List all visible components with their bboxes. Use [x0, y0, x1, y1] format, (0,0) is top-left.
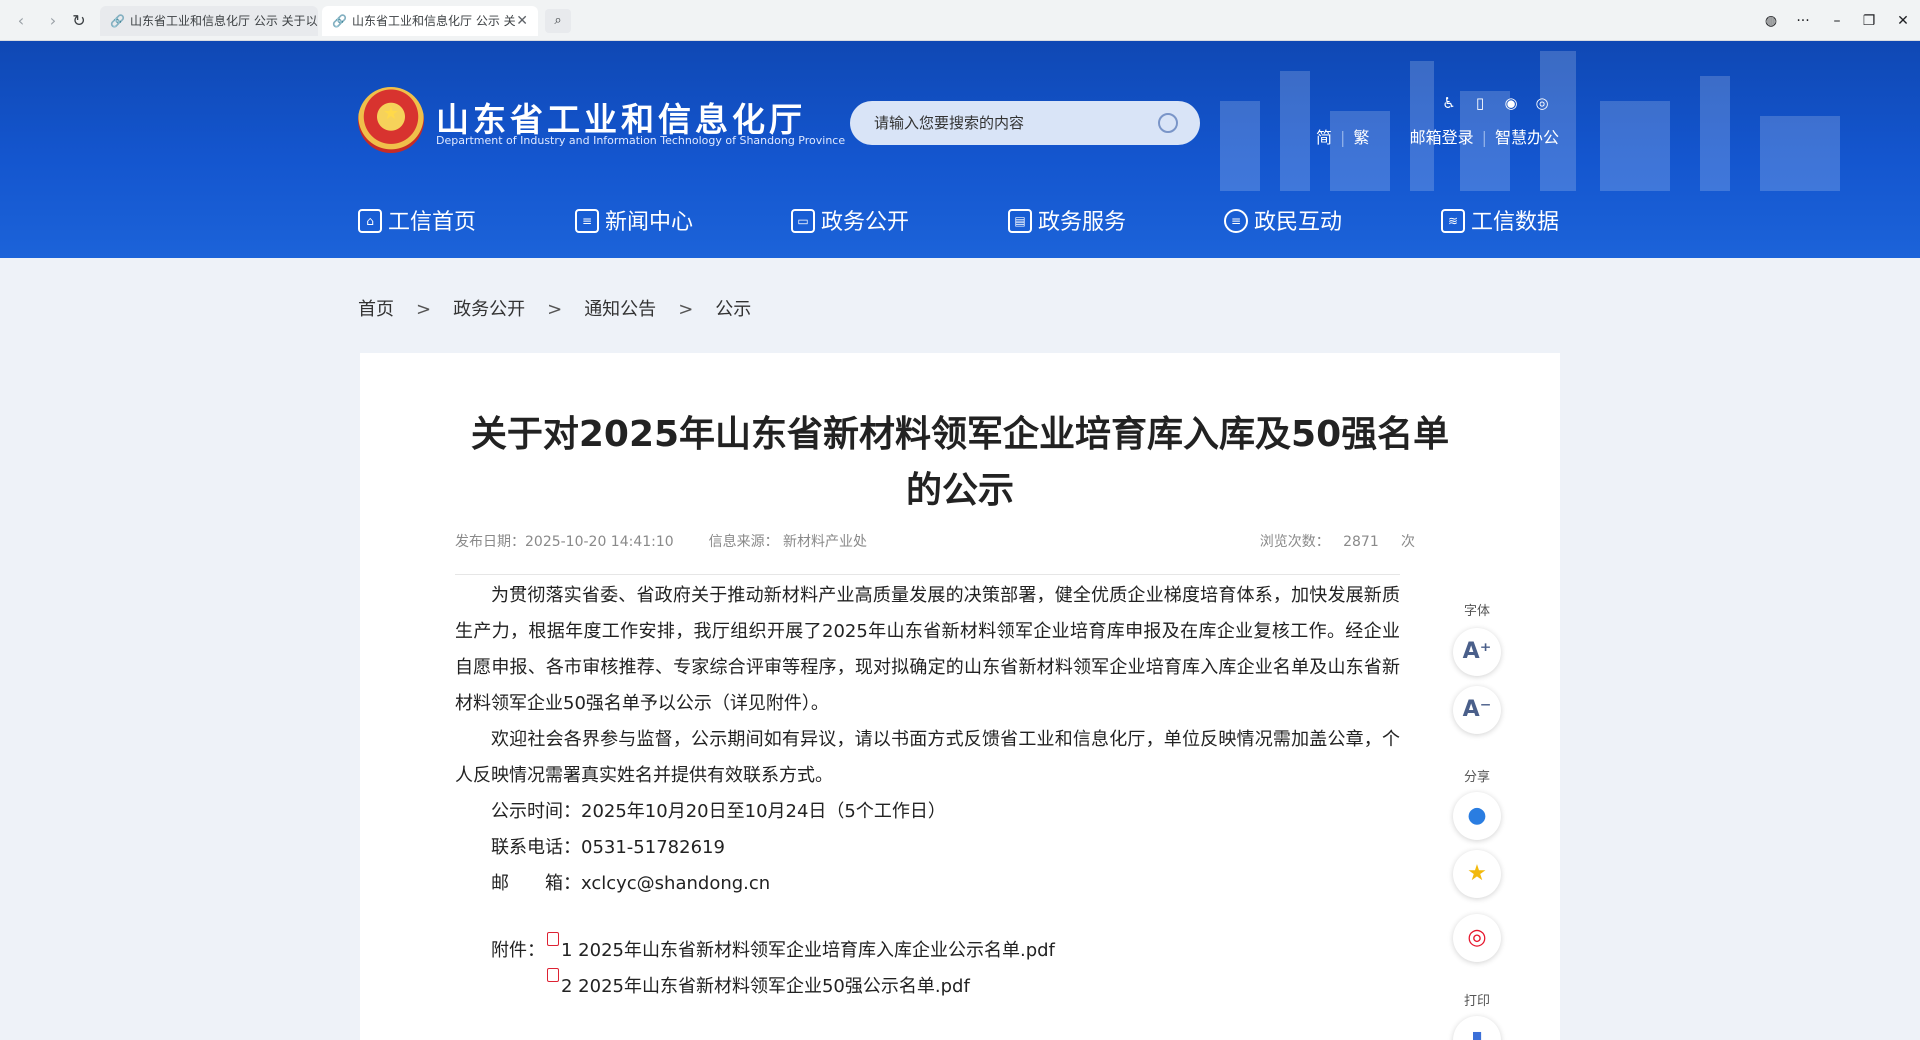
header-links: 简 | 繁 邮箱登录 | 智慧办公 — [1316, 128, 1560, 147]
site-header: ★ 山东省工业和信息化厅 Department of Industry and … — [0, 41, 1920, 258]
link-icon: 🔗 — [332, 14, 347, 28]
tab-title: 山东省工业和信息化厅 公示 关 — [352, 14, 516, 28]
print-label: 打印 — [1463, 994, 1490, 1009]
article-body: 为贯彻落实省委、省政府关于推动新材料产业高质量发展的决策部署，健全优质企业梯度培… — [455, 578, 1400, 902]
tab-1[interactable]: 🔗 山东省工业和信息化厅 公示 关于以 — [100, 6, 318, 36]
menu-item-gov-open[interactable]: ▭ 政务公开 — [791, 203, 909, 243]
font-increase-button[interactable]: A⁺ — [1453, 628, 1501, 676]
search-input[interactable] — [874, 101, 1144, 145]
attachments: 附件： 1 2025年山东省新材料领军企业培育库入库企业公示名单.pdf 2 2… — [491, 932, 1055, 997]
search-box — [850, 101, 1200, 145]
close-tab-icon[interactable]: ✕ — [516, 6, 528, 36]
weibo-icon[interactable]: ◎ — [1531, 94, 1553, 112]
reload-icon[interactable]: ↻ — [68, 10, 90, 32]
main-menu: ⌂ 工信首页 ≡ 新闻中心 ▭ 政务公开 ▤ 政务服务 ≡ 政民互动 ≋ 工信数据 — [358, 203, 1562, 243]
contact-email: 邮 箱：xclcyc@shandong.cn — [491, 873, 771, 894]
contact-phone: 联系电话：0531-51782619 — [491, 837, 725, 858]
body-paragraph-2: 欢迎社会各界参与监督，公示期间如有异议，请以书面方式反馈省工业和信息化厅，单位反… — [455, 729, 1400, 786]
mail-login-link[interactable]: 邮箱登录 — [1410, 128, 1474, 147]
publish-date: 发布日期：2025-10-20 14:41:10 — [455, 534, 674, 550]
article-meta: 发布日期：2025-10-20 14:41:10 信息来源： 新材料产业处 浏览… — [455, 531, 1415, 551]
favorite-star-icon[interactable]: ★ — [1453, 850, 1501, 898]
screen-icon: ▭ — [791, 209, 815, 233]
pdf-icon — [547, 968, 559, 982]
link-icon: 🔗 — [110, 14, 125, 28]
article-title: 关于对2025年山东省新材料领军企业培育库入库及50强名单的公示 — [470, 414, 1450, 511]
tab-search-icon[interactable]: ⌕ — [545, 9, 571, 33]
globe-icon[interactable]: ◍ — [1758, 10, 1784, 32]
national-emblem-logo[interactable]: ★ — [358, 87, 424, 153]
site-subtitle: Department of Industry and Information T… — [436, 134, 846, 147]
tab-title: 山东省工业和信息化厅 公示 关于以 — [130, 14, 318, 28]
tab-2-active[interactable]: 🔗 山东省工业和信息化厅 公示 关 ✕ — [322, 6, 538, 36]
wechat-icon[interactable]: ◉ — [1500, 94, 1522, 112]
forward-icon[interactable]: › — [42, 10, 64, 32]
home-icon: ⌂ — [358, 209, 382, 233]
back-icon[interactable]: ‹ — [10, 10, 32, 32]
menu-item-gov-service[interactable]: ▤ 政务服务 — [1008, 203, 1126, 243]
font-label: 字体 — [1463, 604, 1490, 619]
menu-item-news[interactable]: ≡ 新闻中心 — [575, 203, 693, 243]
traditional-link[interactable]: 繁 — [1353, 128, 1369, 147]
breadcrumb-gov-open[interactable]: 政务公开 — [453, 299, 525, 320]
simplified-link[interactable]: 简 — [1316, 128, 1332, 147]
qq-share-icon[interactable]: ● — [1453, 792, 1501, 840]
skyline-decoration — [1220, 51, 1840, 191]
header-icons: ♿ ▯ ◉ ◎ — [1438, 93, 1563, 115]
accessibility-icon[interactable]: ♿ — [1438, 94, 1460, 112]
attachments-label: 附件： — [491, 940, 545, 961]
meta-divider — [455, 574, 1400, 575]
notice-period: 公示时间：2025年10月20日至10月24日（5个工作日） — [491, 801, 946, 822]
breadcrumb-current[interactable]: 公示 — [715, 299, 751, 320]
view-count: 浏览次数： 2871 次 — [1259, 534, 1415, 550]
document-search-icon: ▤ — [1008, 209, 1032, 233]
attachment-1[interactable]: 1 2025年山东省新材料领军企业培育库入库企业公示名单.pdf — [547, 932, 1055, 969]
search-icon[interactable] — [1158, 113, 1178, 133]
body-paragraph-1: 为贯彻落实省委、省政府关于推动新材料产业高质量发展的决策部署，健全优质企业梯度培… — [455, 585, 1400, 714]
menu-item-home[interactable]: ⌂ 工信首页 — [358, 203, 476, 243]
close-window-button[interactable]: ✕ — [1890, 10, 1916, 32]
news-icon: ≡ — [575, 209, 599, 233]
pdf-icon — [547, 932, 559, 946]
menu-item-data[interactable]: ≋ 工信数据 — [1441, 203, 1559, 243]
weibo-share-icon[interactable]: ◎ — [1453, 914, 1501, 962]
breadcrumb: 首页 > 政务公开 > 通知公告 > 公示 — [358, 299, 752, 320]
database-icon: ≋ — [1441, 209, 1465, 233]
breadcrumb-home[interactable]: 首页 — [358, 299, 394, 320]
more-icon[interactable]: ··· — [1790, 10, 1816, 32]
chat-icon: ≡ — [1224, 209, 1248, 233]
minimize-button[interactable]: – — [1824, 10, 1850, 32]
info-source: 信息来源： 新材料产业处 — [708, 534, 868, 550]
font-decrease-button[interactable]: A⁻ — [1453, 686, 1501, 734]
smart-office-link[interactable]: 智慧办公 — [1495, 128, 1559, 147]
browser-chrome: ‹ › ↻ 🔗 山东省工业和信息化厅 公示 关于以 🔗 山东省工业和信息化厅 公… — [0, 0, 1920, 41]
restore-button[interactable]: ❐ — [1856, 10, 1882, 32]
attachment-2[interactable]: 2 2025年山东省新材料领军企业50强公示名单.pdf — [547, 968, 1055, 1005]
breadcrumb-notices[interactable]: 通知公告 — [584, 299, 656, 320]
mobile-icon[interactable]: ▯ — [1469, 94, 1491, 112]
menu-item-interaction[interactable]: ≡ 政民互动 — [1224, 203, 1342, 243]
share-label: 分享 — [1463, 770, 1490, 785]
article-card: 关于对2025年山东省新材料领军企业培育库入库及50强名单的公示 发布日期：20… — [360, 353, 1560, 1040]
